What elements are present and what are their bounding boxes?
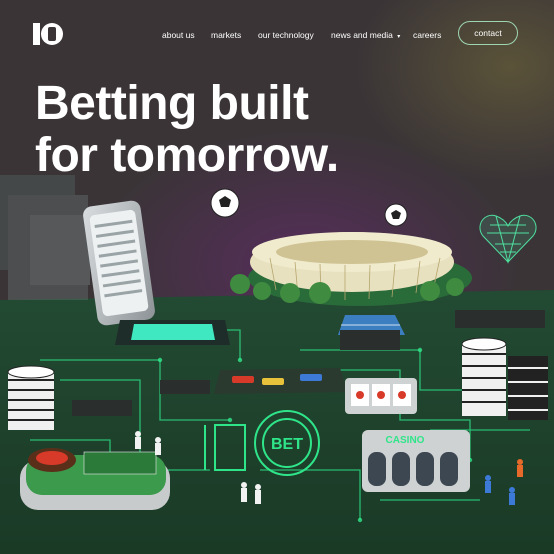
casino-sign-text: CASINO [386, 435, 425, 446]
nav-item-news-and-media[interactable]: news and media ▾ [331, 27, 400, 45]
nav-item-about-us[interactable]: about us [162, 27, 195, 43]
nav-item-markets[interactable]: markets [211, 27, 241, 43]
slot-machine [345, 378, 417, 414]
odds-panels [0, 175, 90, 300]
chevron-down-icon: ▾ [397, 34, 401, 40]
hero-title-line-1: Betting built [35, 77, 309, 130]
football-icon-2 [384, 203, 408, 227]
roulette-table [20, 448, 170, 510]
nav-item-our-technology[interactable]: our technology [258, 27, 314, 43]
hero-title-line-2: for tomorrow. [35, 129, 339, 182]
football-icon-1 [210, 188, 240, 218]
hero-title: Betting built for tomorrow. [35, 78, 339, 182]
contact-button[interactable]: contact [458, 21, 518, 45]
chip-stack-left [7, 365, 55, 430]
heart-wireframe-icon [479, 214, 537, 264]
race-track [214, 368, 348, 394]
nav-item-news-label: news and media [331, 30, 393, 40]
pool [115, 320, 230, 345]
bet-logo-text: BET [271, 436, 303, 453]
nav-item-careers[interactable]: careers [413, 27, 441, 43]
